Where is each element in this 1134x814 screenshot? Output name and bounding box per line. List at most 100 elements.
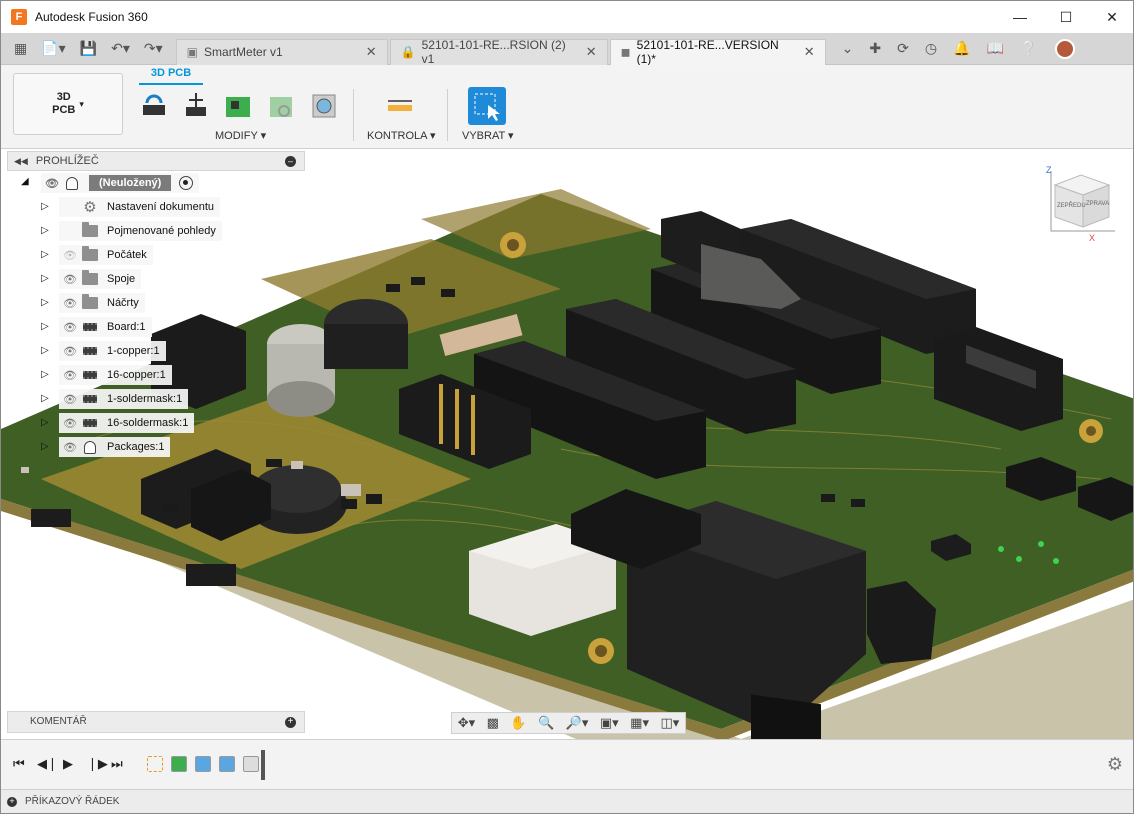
component-icon[interactable] — [266, 91, 296, 121]
go-to-end-icon[interactable]: ⏭ — [111, 756, 123, 772]
expand-triangle-icon[interactable]: ▷ — [41, 441, 49, 452]
collapse-panel-icon[interactable]: ◀◀ — [14, 156, 28, 167]
timeline-image-icon[interactable] — [195, 756, 211, 772]
data-panel-grid-icon[interactable]: ▦ — [14, 40, 27, 57]
timeline-image-icon[interactable] — [219, 756, 235, 772]
collapse-triangle-icon[interactable]: ◢ — [21, 176, 29, 187]
step-forward-icon[interactable]: ❘▶ — [87, 756, 108, 772]
step-back-icon[interactable]: ◀❘ — [37, 756, 58, 772]
fusion-logo-icon: F — [11, 9, 27, 25]
hidden-eye-icon[interactable]: 👁 — [59, 249, 81, 262]
visibility-eye-icon[interactable]: 👁 — [59, 393, 81, 406]
display-settings-icon[interactable]: ▣▾ — [600, 715, 619, 731]
fit-icon[interactable]: 🔎▾ — [566, 715, 589, 731]
viewports-icon[interactable]: ◫▾ — [660, 715, 679, 731]
expand-triangle-icon[interactable]: ▷ — [41, 393, 49, 404]
pan-hand-icon[interactable]: ✋ — [510, 715, 526, 731]
expand-triangle-icon[interactable]: ▷ — [41, 273, 49, 284]
enclosure-icon[interactable] — [309, 91, 339, 121]
expand-triangle-icon[interactable]: ▷ — [41, 321, 49, 332]
save-icon[interactable]: 💾 — [80, 40, 97, 57]
visibility-eye-icon[interactable]: 👁 — [59, 273, 81, 286]
inspect-group-label[interactable]: KONTROLA ▾ — [367, 129, 435, 142]
select-icon[interactable] — [468, 87, 506, 125]
visibility-eye-icon[interactable]: 👁 — [59, 345, 81, 358]
timeline-marker[interactable] — [261, 750, 265, 780]
timeline-board-icon[interactable] — [171, 756, 187, 772]
viewcube[interactable]: Z X ZEPŘEDU ZPRAVA — [1041, 161, 1121, 241]
pcb-move-icon[interactable] — [181, 91, 211, 121]
tab-overflow-icon[interactable]: ⌄ — [842, 40, 854, 57]
look-at-icon[interactable]: ▩ — [487, 715, 499, 731]
tree-root[interactable]: ◢ 👁 (Neuložený) — [7, 171, 305, 195]
tree-item[interactable]: ▷ 👁 Náčrty — [7, 291, 305, 315]
close-tab-icon[interactable]: ✕ — [586, 44, 597, 60]
tree-item[interactable]: ▷ 👁 Board:1 — [7, 315, 305, 339]
visibility-eye-icon[interactable]: 👁 — [41, 177, 63, 190]
comments-panel[interactable]: KOMENTÁŘ + — [7, 711, 305, 733]
select-group-label[interactable]: VYBRAT ▾ — [462, 129, 514, 142]
maximize-button[interactable]: ☐ — [1043, 1, 1089, 33]
undo-icon[interactable]: ↶▾ — [111, 40, 130, 57]
browser-header[interactable]: ◀◀ PROHLÍŽEČ – — [7, 151, 305, 171]
learning-icon[interactable]: 📖 — [987, 40, 1004, 57]
new-tab-icon[interactable]: ✚ — [869, 40, 881, 57]
workspace-label: 3D PCB — [52, 91, 76, 116]
tab-smartmeter[interactable]: ▣ SmartMeter v1 ✕ — [175, 38, 388, 65]
visibility-eye-icon[interactable]: 👁 — [59, 441, 81, 454]
command-line-bar[interactable]: + PŘÍKAZOVÝ ŘÁDEK — [1, 789, 1133, 813]
close-tab-icon[interactable]: ✕ — [804, 44, 815, 60]
minimize-button[interactable]: — — [997, 1, 1043, 33]
orbit-icon[interactable]: ✥▾ — [458, 715, 475, 731]
workspace-switcher[interactable]: 3D PCB ▾ — [13, 73, 123, 135]
expand-triangle-icon[interactable]: ▷ — [41, 297, 49, 308]
help-icon[interactable]: ❔ — [1020, 40, 1037, 57]
tree-item[interactable]: ▷ ⚙ Nastavení dokumentu — [7, 195, 305, 219]
extensions-icon[interactable]: ⟳ — [897, 40, 909, 57]
expand-triangle-icon[interactable]: ▷ — [41, 249, 49, 260]
tab-version-2[interactable]: 🔒 52101-101-RE...RSION (2) v1 ✕ — [389, 38, 608, 66]
visibility-eye-icon[interactable]: 👁 — [59, 369, 81, 382]
expand-triangle-icon[interactable]: ▷ — [41, 417, 49, 428]
redo-icon[interactable]: ↷▾ — [144, 40, 163, 57]
zoom-icon[interactable]: 🔍 — [538, 715, 554, 731]
measure-icon[interactable] — [385, 91, 415, 121]
grid-icon[interactable]: ▦▾ — [630, 715, 649, 731]
expand-triangle-icon[interactable]: ▷ — [41, 201, 49, 212]
timeline-sketch-icon[interactable] — [147, 756, 163, 772]
pcb-push-pull-icon[interactable] — [139, 91, 169, 121]
tree-item[interactable]: ▷ 👁 Packages:1 — [7, 435, 305, 459]
tree-item[interactable]: ▷ 👁 16-soldermask:1 — [7, 411, 305, 435]
close-tab-icon[interactable]: ✕ — [366, 44, 377, 60]
tab-version-1[interactable]: ◼ 52101-101-RE...VERSION (1)* ✕ — [609, 38, 826, 66]
tree-item[interactable]: ▷ 👁 1-soldermask:1 — [7, 387, 305, 411]
visibility-eye-icon[interactable]: 👁 — [59, 321, 81, 334]
job-status-icon[interactable]: ◷ — [925, 40, 937, 57]
visibility-eye-icon[interactable]: 👁 — [59, 297, 81, 310]
settings-gear-icon[interactable]: ⚙ — [1107, 754, 1123, 775]
tree-item[interactable]: ▷ 👁 1-copper:1 — [7, 339, 305, 363]
go-to-start-icon[interactable]: ⏮ — [13, 756, 25, 772]
tree-item[interactable]: ▷ Pojmenované pohledy — [7, 219, 305, 243]
expand-command-icon[interactable]: + — [7, 797, 17, 807]
tree-item-label: Board:1 — [107, 321, 146, 333]
expand-triangle-icon[interactable]: ▷ — [41, 369, 49, 380]
tree-item[interactable]: ▷ 👁 16-copper:1 — [7, 363, 305, 387]
expand-triangle-icon[interactable]: ▷ — [41, 345, 49, 356]
minimize-panel-icon[interactable]: – — [285, 156, 296, 167]
visibility-eye-icon[interactable]: 👁 — [59, 417, 81, 430]
tree-item[interactable]: ▷ 👁 Spoje — [7, 267, 305, 291]
tab-3d-pcb[interactable]: 3D PCB — [139, 67, 203, 85]
add-comment-icon[interactable]: + — [285, 717, 296, 728]
tree-item[interactable]: ▷ 👁 Počátek — [7, 243, 305, 267]
play-icon[interactable]: ▶ — [63, 756, 73, 772]
expand-triangle-icon[interactable]: ▷ — [41, 225, 49, 236]
modify-group-label[interactable]: MODIFY ▾ — [215, 129, 266, 142]
notifications-icon[interactable]: 🔔 — [953, 40, 970, 57]
close-button[interactable]: ✕ — [1089, 1, 1133, 33]
file-menu-icon[interactable]: 📄▾ — [41, 40, 65, 57]
avatar[interactable] — [1055, 38, 1076, 59]
board-icon[interactable] — [223, 91, 253, 121]
timeline-body-icon[interactable] — [243, 756, 259, 772]
activate-target-icon[interactable] — [179, 176, 194, 190]
